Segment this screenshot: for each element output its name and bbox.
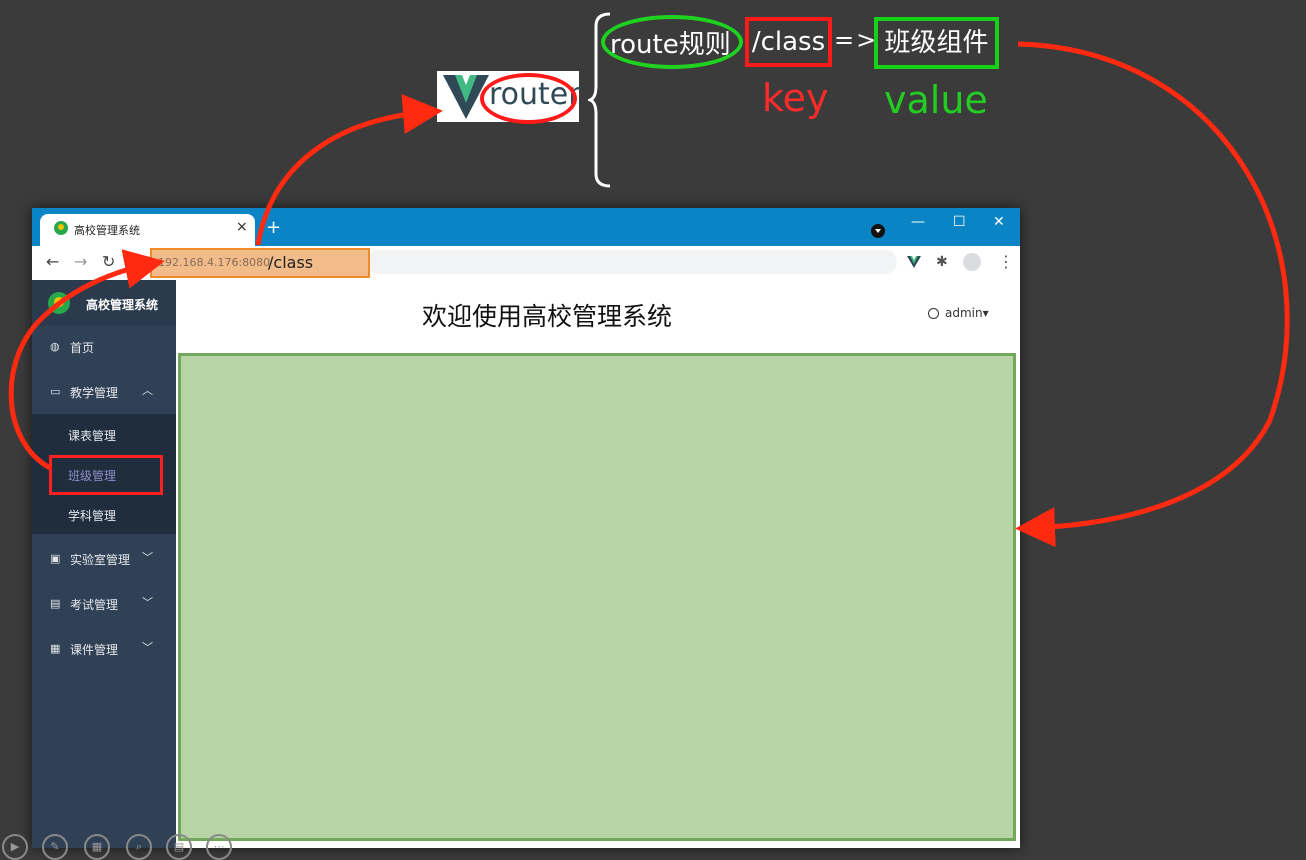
courseware-icon: ▦	[50, 642, 61, 655]
sidebar-item-courseware[interactable]: ▦ 课件管理 ﹀	[32, 628, 176, 670]
sidebar: 高校管理系统 ◍ 首页 ▭ 教学管理 ︿ 课表管理 班级管理 学科管理 ▣ 实验…	[32, 280, 176, 848]
user-menu[interactable]: admin▾	[928, 306, 989, 320]
url-path: /class	[268, 253, 314, 272]
browser-tab[interactable]: 高校管理系统 ×	[40, 214, 255, 246]
pen-icon[interactable]: ✎	[42, 834, 68, 860]
user-name: admin	[945, 306, 983, 320]
rule-key-box: /class	[745, 17, 832, 67]
play-icon[interactable]: ▶	[2, 834, 28, 860]
user-icon	[928, 308, 939, 319]
zoom-icon[interactable]: ⌕	[126, 834, 152, 860]
reload-button[interactable]: ↻	[102, 252, 115, 271]
slides-icon[interactable]: ▤	[166, 834, 192, 860]
sidebar-item-label: 首页	[70, 341, 95, 355]
chevron-down-icon: ﹀	[142, 596, 153, 609]
more-icon[interactable]: ⋯	[206, 834, 232, 860]
sidebar-subitem-subject[interactable]: 学科管理	[32, 494, 176, 534]
back-button[interactable]: ←	[46, 252, 59, 271]
url-host: 192.168.4.176:8080	[158, 256, 271, 269]
maximize-button[interactable]: ☐	[953, 214, 966, 230]
exam-icon: ▤	[50, 597, 61, 610]
arrow-value-to-content	[1015, 41, 1290, 548]
sidebar-subitem-schedule[interactable]: 课表管理	[32, 414, 176, 454]
sidebar-item-label: 课件管理	[70, 643, 119, 657]
download-icon[interactable]	[871, 224, 885, 238]
chevron-up-icon: ︿	[142, 384, 153, 397]
vue-devtools-icon[interactable]	[907, 256, 921, 268]
minimize-button[interactable]: —	[911, 214, 925, 230]
browser-toolbar: ← → ↻ 192.168.4.176:8080 /class ✱ ⋮	[32, 246, 1020, 281]
profile-icon[interactable]	[963, 253, 981, 271]
key-label: key	[762, 76, 829, 120]
address-bar[interactable]	[367, 250, 897, 274]
grid-icon[interactable]: ▦	[84, 834, 110, 860]
sidebar-item-label: 教学管理	[70, 386, 119, 400]
lab-icon: ▣	[50, 552, 61, 565]
sidebar-subitem-label: 课表管理	[68, 429, 117, 443]
tab-title: 高校管理系统	[74, 224, 140, 237]
chevron-down-icon: ﹀	[142, 551, 153, 564]
app-logo-icon	[54, 221, 68, 235]
sidebar-item-label: 考试管理	[70, 598, 119, 612]
rule-value-box: 班级组件	[874, 17, 999, 69]
menu-icon[interactable]: ⋮	[998, 252, 1014, 271]
browser-titlebar: 高校管理系统 × + — ☐ ✕	[32, 208, 1020, 246]
app-logo-icon	[48, 292, 70, 314]
chevron-down-icon: ﹀	[142, 641, 153, 654]
sidebar-item-label: 实验室管理	[70, 553, 131, 567]
sidebar-brand: 高校管理系统	[32, 280, 176, 326]
sidebar-item-exam[interactable]: ▤ 考试管理 ﹀	[32, 583, 176, 625]
sidebar-item-teaching[interactable]: ▭ 教学管理 ︿	[32, 371, 176, 413]
value-label: value	[884, 78, 988, 122]
sidebar-item-home[interactable]: ◍ 首页	[32, 326, 176, 368]
page-header: 欢迎使用高校管理系统 admin▾	[176, 280, 1020, 352]
rule-arrow: =>	[834, 26, 879, 54]
tab-close-icon[interactable]: ×	[236, 219, 248, 235]
brand-title: 高校管理系统	[86, 298, 159, 312]
url-highlight[interactable]: 192.168.4.176:8080 /class	[150, 248, 370, 278]
new-tab-button[interactable]: +	[266, 217, 281, 238]
sidebar-subitem-label: 学科管理	[68, 509, 117, 523]
route-rule-highlight	[601, 15, 743, 69]
page-title: 欢迎使用高校管理系统	[422, 302, 673, 331]
caret-down-icon: ▾	[982, 306, 989, 320]
router-view-area	[178, 353, 1016, 841]
browser-window: 高校管理系统 × + — ☐ ✕ ← → ↻ 192.168.4.176:808…	[32, 208, 1020, 848]
router-highlight-circle	[480, 73, 577, 124]
close-window-button[interactable]: ✕	[993, 214, 1005, 230]
sidebar-item-lab[interactable]: ▣ 实验室管理 ﹀	[32, 538, 176, 580]
active-item-highlight	[49, 455, 163, 495]
monitor-icon: ▭	[50, 385, 61, 398]
dashboard-icon: ◍	[50, 340, 60, 353]
puzzle-icon[interactable]: ✱	[936, 254, 948, 270]
forward-button[interactable]: →	[74, 252, 87, 271]
